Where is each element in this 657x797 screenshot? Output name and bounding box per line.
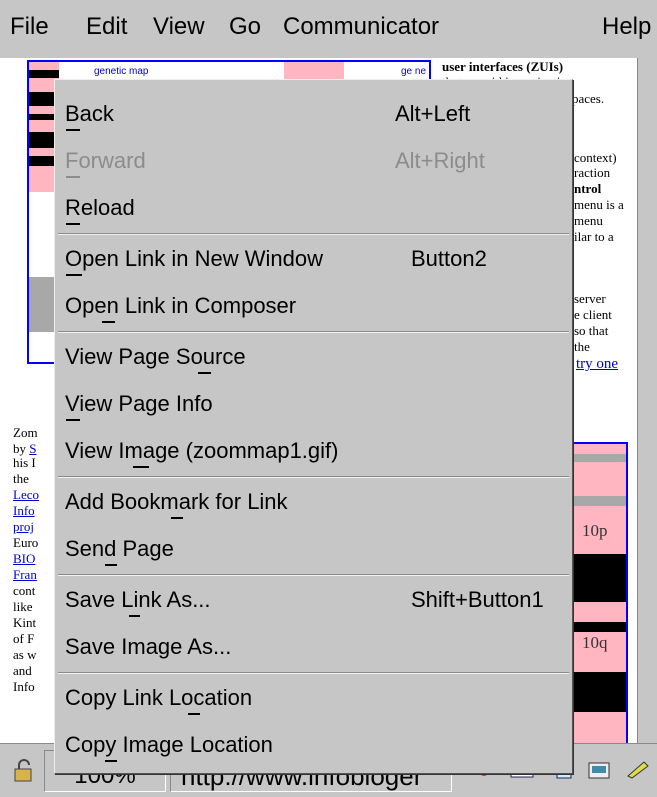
menu-separator <box>58 672 569 674</box>
menu-separator <box>58 476 569 478</box>
body-text: by S <box>13 442 36 455</box>
menu-item-accel: Alt+Left <box>395 101 471 126</box>
body-text: so that <box>574 323 609 338</box>
menu-item-open-link-new-window[interactable]: Open Link in New Window Button2 <box>65 237 572 281</box>
body-text: the <box>13 471 29 486</box>
body-link[interactable]: Fran <box>13 568 37 581</box>
body-text: context) <box>574 150 617 165</box>
menu-item-label: Send Page <box>65 536 174 561</box>
menu-bar: File Edit View Go Communicator Help <box>0 0 657 59</box>
composer-icon[interactable] <box>586 760 612 780</box>
body-text: paces. <box>572 91 605 106</box>
body-text: raction <box>574 165 611 180</box>
menu-file[interactable]: File <box>10 13 49 41</box>
menu-item-label: View Image (zoommap1.gif) <box>65 438 339 463</box>
band-label: 10p <box>582 521 608 540</box>
body-text: as w <box>13 647 37 662</box>
map-band <box>572 454 626 462</box>
body-text: Kint <box>13 615 37 630</box>
menu-item-view-image[interactable]: View Image (zoommap1.gif) <box>65 429 572 473</box>
body-text: Euro <box>13 535 39 550</box>
mnemonic-underline <box>133 466 149 468</box>
menu-item-save-link-as[interactable]: Save Link As... Shift+Button1 <box>65 578 572 622</box>
menu-item-view-page-source[interactable]: View Page Source <box>65 335 572 379</box>
body-text: Zom <box>13 425 38 440</box>
body-text: the <box>574 339 590 354</box>
map-label: genetic map <box>94 66 149 77</box>
menu-item-forward[interactable]: Forward Alt+Right <box>65 139 572 183</box>
mnemonic-underline <box>66 223 80 225</box>
menu-item-label: View Page Info <box>65 391 213 416</box>
body-text: e client <box>574 307 612 322</box>
menu-item-label: Copy Link Location <box>65 685 253 710</box>
menu-separator <box>58 233 569 235</box>
body-text: menu <box>574 213 603 228</box>
menu-help[interactable]: Help <box>602 13 651 41</box>
band-label: 10q <box>582 633 608 652</box>
author-link[interactable]: S <box>29 441 36 456</box>
mnemonic-underline <box>105 760 117 762</box>
menu-view[interactable]: View <box>153 13 205 41</box>
map-band <box>572 496 626 506</box>
body-text: server <box>574 291 606 306</box>
menu-item-view-page-info[interactable]: View Page Info <box>65 382 572 426</box>
menu-item-label: Open Link in New Window <box>65 246 324 271</box>
menu-item-accel: Shift+Button1 <box>411 587 544 612</box>
map-label-2: ge ne <box>401 66 427 77</box>
menu-item-accel: Alt+Right <box>395 148 485 173</box>
body-text: menu is a <box>574 197 624 212</box>
menu-item-label: View Page Source <box>65 344 246 369</box>
body-text: ntrol <box>574 181 602 196</box>
mnemonic-underline <box>66 176 80 178</box>
mnemonic-underline <box>129 615 140 617</box>
menu-item-back[interactable]: Back Alt+Left <box>65 92 572 136</box>
menu-item-send-page[interactable]: Send Page <box>65 527 572 571</box>
mnemonic-underline <box>198 372 211 374</box>
menu-item-add-bookmark[interactable]: Add Bookmark for Link <box>65 480 572 524</box>
mnemonic-underline <box>188 713 200 715</box>
menu-item-accel: Button2 <box>411 246 487 271</box>
vertical-scrollbar[interactable] <box>637 58 657 743</box>
body-text: like <box>13 599 33 614</box>
mnemonic-underline <box>105 564 117 566</box>
try-one-link[interactable]: try one <box>576 357 618 372</box>
mnemonic-underline <box>102 321 115 323</box>
menu-edit[interactable]: Edit <box>86 13 127 41</box>
body-link[interactable]: Leco <box>13 488 39 501</box>
context-menu: Back Alt+Left Forward Alt+Right Reload O… <box>54 79 573 774</box>
menu-communicator[interactable]: Communicator <box>283 13 439 41</box>
menu-go[interactable]: Go <box>229 13 261 41</box>
mnemonic-underline <box>66 129 80 131</box>
mnemonic-underline <box>66 419 80 421</box>
body-text: by <box>13 441 30 456</box>
menu-item-label: Copy Image Location <box>65 732 273 757</box>
lock-icon[interactable] <box>12 758 36 784</box>
edit-icon[interactable] <box>624 758 652 780</box>
menu-item-label: Save Image As... <box>65 634 232 659</box>
menu-item-save-image-as[interactable]: Save Image As... <box>65 625 572 669</box>
body-text: and <box>13 663 32 678</box>
menu-separator <box>58 574 569 576</box>
body-text: ilar to a <box>574 229 614 244</box>
menu-separator <box>58 331 569 333</box>
body-text: his I <box>13 455 36 470</box>
menu-item-open-link-composer[interactable]: Open Link in Composer <box>65 284 572 328</box>
mnemonic-underline <box>66 274 82 276</box>
body-text: Info <box>13 679 35 694</box>
menu-item-reload[interactable]: Reload <box>65 186 572 230</box>
map-band <box>29 70 59 78</box>
body-link[interactable]: BIO <box>13 552 35 565</box>
body-link[interactable]: proj <box>13 520 34 533</box>
menu-item-label: Open Link in Composer <box>65 293 297 318</box>
menu-item-copy-image-location[interactable]: Copy Image Location <box>65 723 572 767</box>
body-text: of F <box>13 631 35 646</box>
body-link[interactable]: Info <box>13 504 35 517</box>
body-text: cont <box>13 583 36 598</box>
body-text: user interfaces (ZUIs) <box>442 59 564 74</box>
mnemonic-underline <box>171 517 183 519</box>
menu-item-copy-link-location[interactable]: Copy Link Location <box>65 676 572 720</box>
